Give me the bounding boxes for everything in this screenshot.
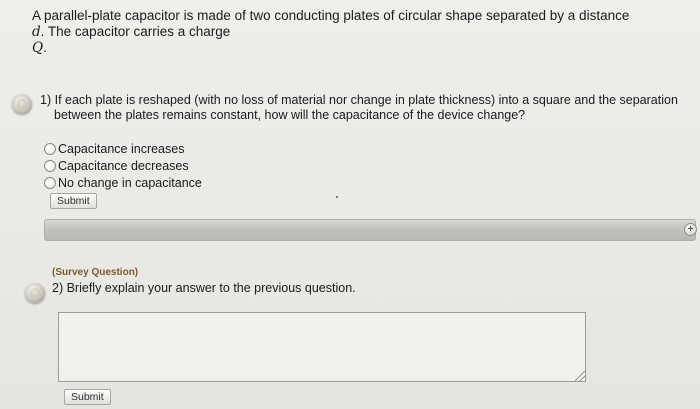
radio-button[interactable] <box>44 159 56 172</box>
option-capacitance-decreases[interactable]: Capacitance decreases <box>44 157 202 174</box>
intro-line1: A parallel-plate capacitor is made of tw… <box>32 8 630 23</box>
variable-q: Q <box>32 40 44 56</box>
radio-button[interactable] <box>44 176 56 189</box>
intro-period: . <box>43 40 47 55</box>
option-label: No change in capacitance <box>58 175 202 190</box>
question-1-number: 1) <box>40 93 52 107</box>
option-label: Capacitance decreases <box>58 158 189 173</box>
option-label: Capacitance increases <box>58 141 185 156</box>
radio-button[interactable] <box>44 142 56 155</box>
section-divider-bar <box>44 219 696 241</box>
problem-statement: A parallel-plate capacitor is made of tw… <box>32 8 672 56</box>
answer-textarea[interactable] <box>58 312 586 382</box>
page: A parallel-plate capacitor is made of tw… <box>0 0 700 409</box>
answer-options: Capacitance increases Capacitance decrea… <box>44 140 202 191</box>
cursor-dot <box>336 196 338 198</box>
question-1-text: 1) If each plate is reshaped (with no lo… <box>40 93 692 123</box>
question-2-text: 2) Briefly explain your answer to the pr… <box>52 281 356 295</box>
option-no-change[interactable]: No change in capacitance <box>44 174 202 191</box>
question-status-icon <box>25 283 45 303</box>
intro-line2: . The capacitor carries a charge <box>40 24 231 39</box>
survey-question-tag: (Survey Question) <box>52 267 139 278</box>
variable-d: d <box>32 24 41 40</box>
submit-button-q1[interactable]: Submit <box>50 193 97 209</box>
submit-button-q2[interactable]: Submit <box>64 389 111 405</box>
option-capacitance-increases[interactable]: Capacitance increases <box>44 140 202 157</box>
question-status-icon <box>12 94 32 114</box>
resize-grip-icon[interactable] <box>575 371 585 381</box>
question-1-line1: If each plate is reshaped (with no loss … <box>54 93 678 107</box>
question-1-line2: between the plates remains constant, how… <box>54 108 526 122</box>
plus-circle-icon[interactable]: + <box>684 223 697 236</box>
